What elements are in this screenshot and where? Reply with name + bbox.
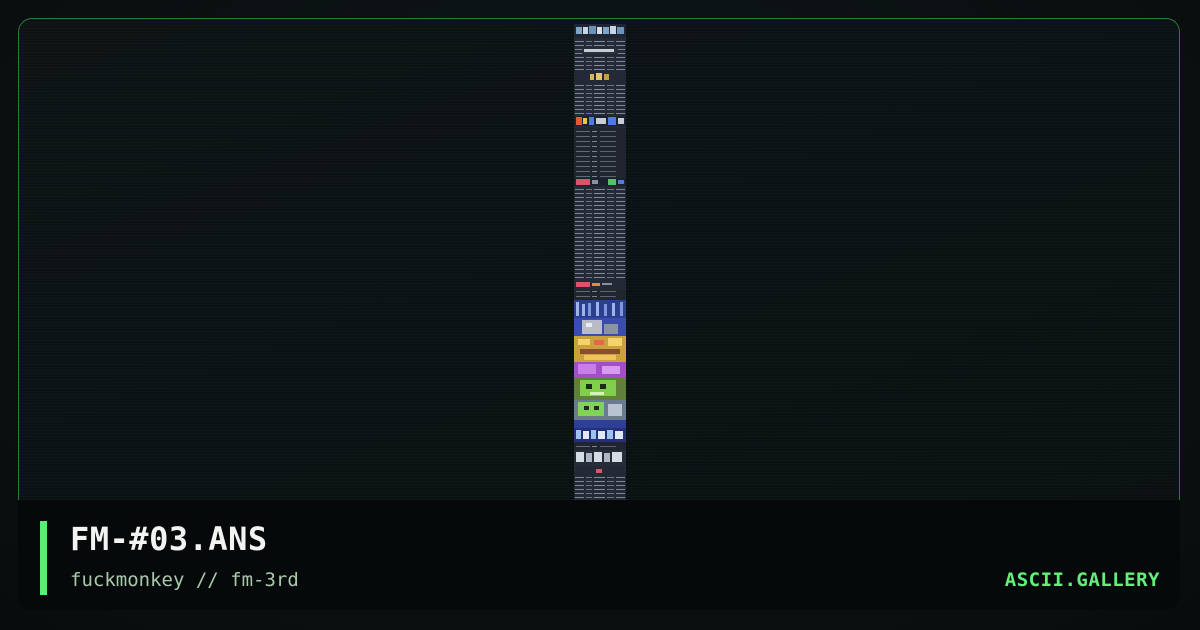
og-card: FM-#03.ANS fuckmonkey // fm-3rd ASCII.GA… <box>0 0 1200 630</box>
card-footer: FM-#03.ANS fuckmonkey // fm-3rd ASCII.GA… <box>18 500 1180 610</box>
ansi-art-thumbnail[interactable] <box>574 24 626 500</box>
artwork-subtitle: fuckmonkey // fm-3rd <box>70 569 299 591</box>
artwork-title: FM-#03.ANS <box>70 520 268 558</box>
accent-bar <box>40 521 47 595</box>
site-brand[interactable]: ASCII.GALLERY <box>1005 569 1160 591</box>
